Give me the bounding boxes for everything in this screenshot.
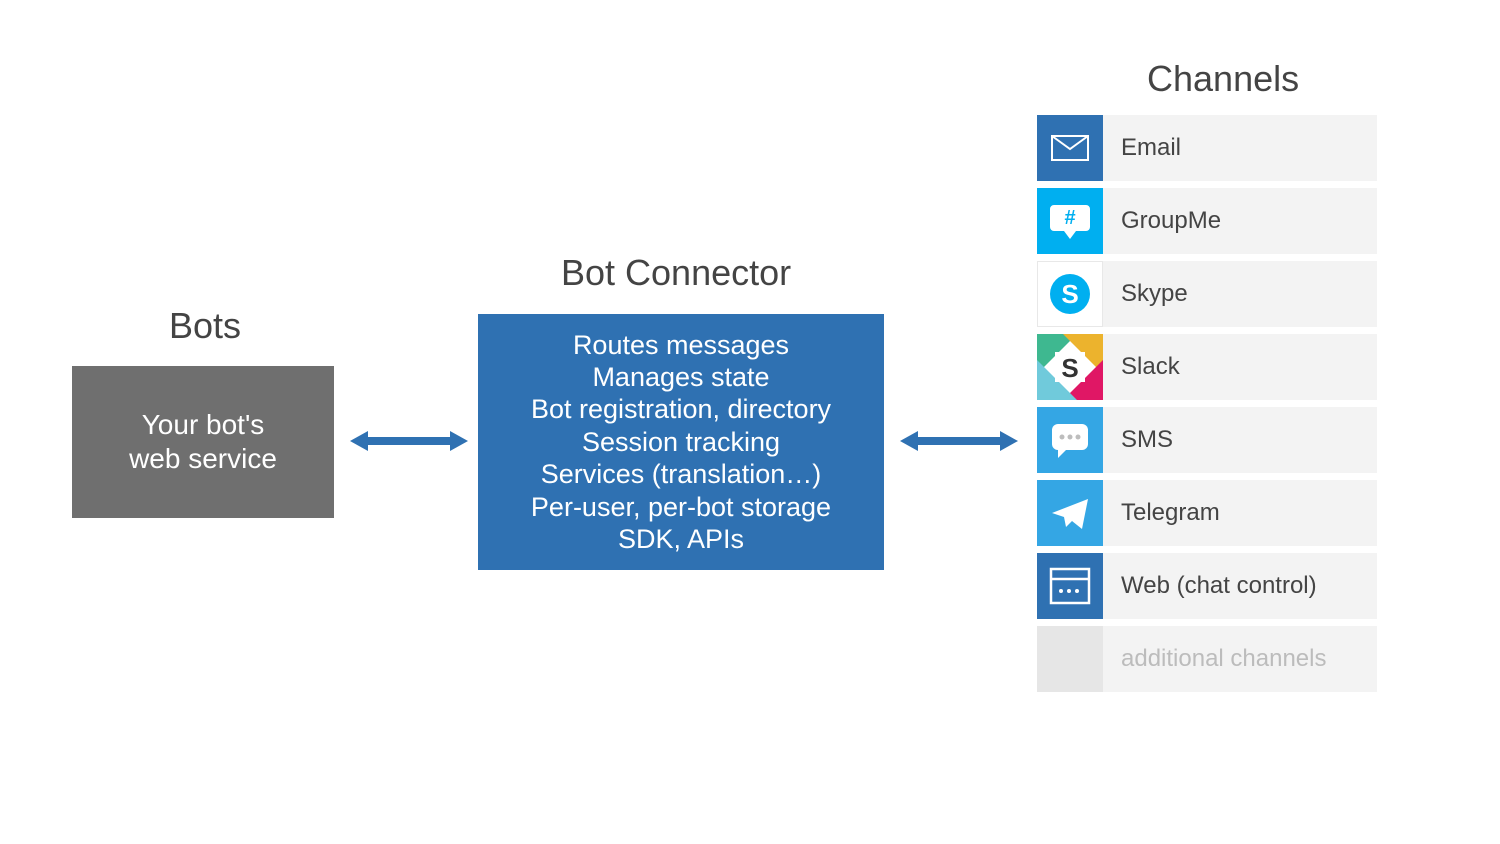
skype-icon: S — [1037, 261, 1103, 327]
svg-text:#: # — [1064, 207, 1075, 229]
connector-line-3: Session tracking — [582, 426, 780, 458]
connector-title: Bot Connector — [561, 252, 791, 294]
bots-box-line1: Your bot's — [129, 408, 277, 442]
slack-icon: S — [1037, 334, 1103, 400]
channel-row-slack: S Slack — [1037, 334, 1377, 400]
channel-label-slack: Slack — [1103, 334, 1377, 400]
groupme-icon: # — [1037, 188, 1103, 254]
channels-list: Email # GroupMe S Skype S Slack — [1037, 115, 1377, 699]
channel-row-skype: S Skype — [1037, 261, 1377, 327]
web-icon — [1037, 553, 1103, 619]
email-icon — [1037, 115, 1103, 181]
channel-label-telegram: Telegram — [1103, 480, 1377, 546]
channel-row-telegram: Telegram — [1037, 480, 1377, 546]
channel-row-web: Web (chat control) — [1037, 553, 1377, 619]
channel-label-sms: SMS — [1103, 407, 1377, 473]
blank-icon — [1037, 626, 1103, 692]
channel-row-email: Email — [1037, 115, 1377, 181]
connector-line-5: Per-user, per-bot storage — [531, 491, 831, 523]
channel-label-additional: additional channels — [1103, 626, 1377, 692]
telegram-icon — [1037, 480, 1103, 546]
channel-label-web: Web (chat control) — [1103, 553, 1377, 619]
connector-line-0: Routes messages — [573, 329, 789, 361]
connector-line-1: Manages state — [592, 361, 769, 393]
channels-title: Channels — [1147, 58, 1299, 100]
svg-text:S: S — [1061, 353, 1078, 383]
connector-box: Routes messages Manages state Bot regist… — [478, 314, 884, 570]
channel-label-email: Email — [1103, 115, 1377, 181]
bots-box: Your bot's web service — [72, 366, 334, 518]
channel-label-groupme: GroupMe — [1103, 188, 1377, 254]
arrow-connector-channels-icon — [900, 426, 1018, 456]
svg-text:S: S — [1061, 279, 1078, 309]
channel-row-sms: SMS — [1037, 407, 1377, 473]
arrow-bots-connector-icon — [350, 426, 468, 456]
bots-title: Bots — [169, 305, 241, 347]
sms-icon — [1037, 407, 1103, 473]
connector-line-4: Services (translation…) — [541, 458, 822, 490]
channel-row-additional: additional channels — [1037, 626, 1377, 692]
bots-box-line2: web service — [129, 442, 277, 476]
connector-line-2: Bot registration, directory — [531, 393, 831, 425]
connector-line-6: SDK, APIs — [618, 523, 744, 555]
channel-row-groupme: # GroupMe — [1037, 188, 1377, 254]
channel-label-skype: Skype — [1103, 261, 1377, 327]
